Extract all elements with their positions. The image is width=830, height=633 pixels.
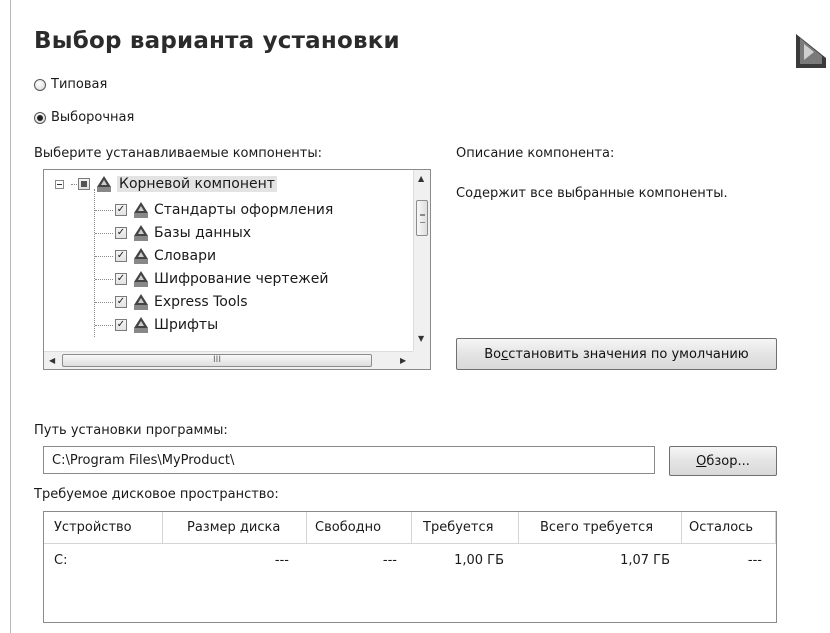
component-icon [134, 317, 148, 333]
item-checkbox[interactable]: ✓ [115, 250, 127, 262]
restore-defaults-label-after: становить значения по умолчанию [508, 346, 749, 362]
cell-device: C: [54, 553, 68, 568]
install-path-field[interactable]: C:\Program Files\MyProduct\ [43, 446, 655, 474]
scroll-left-icon[interactable]: ◀ [49, 356, 55, 365]
column-disk-size[interactable]: Размер диска [187, 520, 280, 535]
browse-label: бзор... [706, 453, 750, 469]
column-remaining[interactable]: Осталось [689, 520, 753, 535]
tree-item-label: Express Tools [154, 294, 248, 310]
radio-custom-label: Выборочная [51, 110, 135, 125]
window-left-border [10, 0, 11, 633]
tree-item-label: Шрифты [154, 317, 219, 333]
components-label: Выберите устанавливаемые компоненты: [34, 146, 322, 161]
description-text: Содержит все выбранные компоненты. [456, 186, 728, 201]
item-checkbox[interactable]: ✓ [115, 204, 127, 216]
components-tree[interactable]: Корневой компонент ✓ Стандарты оформлени… [43, 169, 431, 370]
cell-total-required: 1,07 ГБ [620, 553, 670, 568]
tree-item-label: Базы данных [154, 225, 252, 241]
browse-button[interactable]: Обзор... [669, 446, 777, 476]
component-icon [134, 202, 148, 218]
tree-item-encryption[interactable]: ✓ Шифрование чертежей [115, 268, 329, 290]
item-checkbox[interactable]: ✓ [115, 227, 127, 239]
product-logo-icon [796, 34, 826, 68]
component-icon [134, 248, 148, 264]
disk-space-table: Устройство Размер диска Свободно Требует… [43, 511, 777, 623]
restore-defaults-label-before: Во [484, 346, 502, 362]
description-label: Описание компонента: [456, 146, 615, 161]
radio-typical-label: Типовая [51, 77, 108, 92]
tree-item-label: Стандарты оформления [154, 202, 334, 218]
column-required[interactable]: Требуется [423, 520, 493, 535]
table-header: Устройство Размер диска Свободно Требует… [44, 512, 776, 544]
install-path-label: Путь установки программы: [34, 423, 228, 438]
install-path-value: C:\Program Files\MyProduct\ [52, 452, 235, 468]
column-free[interactable]: Свободно [315, 520, 381, 535]
column-total-required[interactable]: Всего требуется [540, 520, 653, 535]
page-title: Выбор варианта установки [34, 28, 400, 54]
tree-item-label: Словари [154, 248, 217, 264]
tree-item-dictionaries[interactable]: ✓ Словари [115, 245, 216, 267]
scroll-corner [413, 351, 430, 369]
tree-item-standards[interactable]: ✓ Стандарты оформления [115, 199, 333, 221]
tree-item-label: Корневой компонент [117, 176, 277, 192]
collapse-icon[interactable] [55, 179, 64, 189]
restore-defaults-button[interactable]: Во с становить значения по умолчанию [456, 338, 777, 370]
item-checkbox[interactable]: ✓ [115, 273, 127, 285]
item-checkbox[interactable]: ✓ [115, 319, 127, 331]
tree-item-databases[interactable]: ✓ Базы данных [115, 222, 251, 244]
tree-vertical-scrollbar[interactable]: ▲ ▼ [413, 170, 430, 352]
cell-required: 1,00 ГБ [454, 553, 504, 568]
scroll-down-icon[interactable]: ▼ [418, 334, 424, 343]
tree-vertical-scroll-thumb[interactable] [416, 200, 428, 236]
cell-remaining: --- [747, 553, 762, 568]
radio-typical[interactable]: Типовая [34, 77, 107, 92]
component-icon [134, 294, 148, 310]
tree-item-fonts[interactable]: ✓ Шрифты [115, 314, 218, 336]
cell-free: --- [382, 553, 397, 568]
cell-disk-size: --- [274, 553, 289, 568]
component-icon [134, 225, 148, 241]
component-icon [97, 176, 111, 192]
scroll-right-icon[interactable]: ▶ [400, 356, 406, 365]
tree-item-root[interactable]: Корневой компонент [55, 173, 277, 195]
scroll-up-icon[interactable]: ▲ [418, 174, 424, 183]
component-icon [134, 271, 148, 287]
restore-defaults-accel: с [501, 346, 509, 362]
tree-horizontal-scroll-thumb[interactable]: III [62, 354, 372, 367]
root-checkbox[interactable] [78, 178, 90, 190]
tree-item-express-tools[interactable]: ✓ Express Tools [115, 291, 248, 313]
item-checkbox[interactable]: ✓ [115, 296, 127, 308]
browse-accel: О [696, 453, 707, 469]
tree-item-label: Шифрование чертежей [154, 271, 329, 287]
column-device[interactable]: Устройство [54, 520, 132, 535]
radio-typical-button[interactable] [34, 78, 46, 91]
radio-custom-button[interactable] [34, 111, 46, 124]
disk-space-label: Требуемое дисковое пространство: [34, 487, 279, 502]
tree-horizontal-scrollbar[interactable]: ◀ III ▶ [44, 351, 414, 369]
radio-custom[interactable]: Выборочная [34, 110, 134, 125]
